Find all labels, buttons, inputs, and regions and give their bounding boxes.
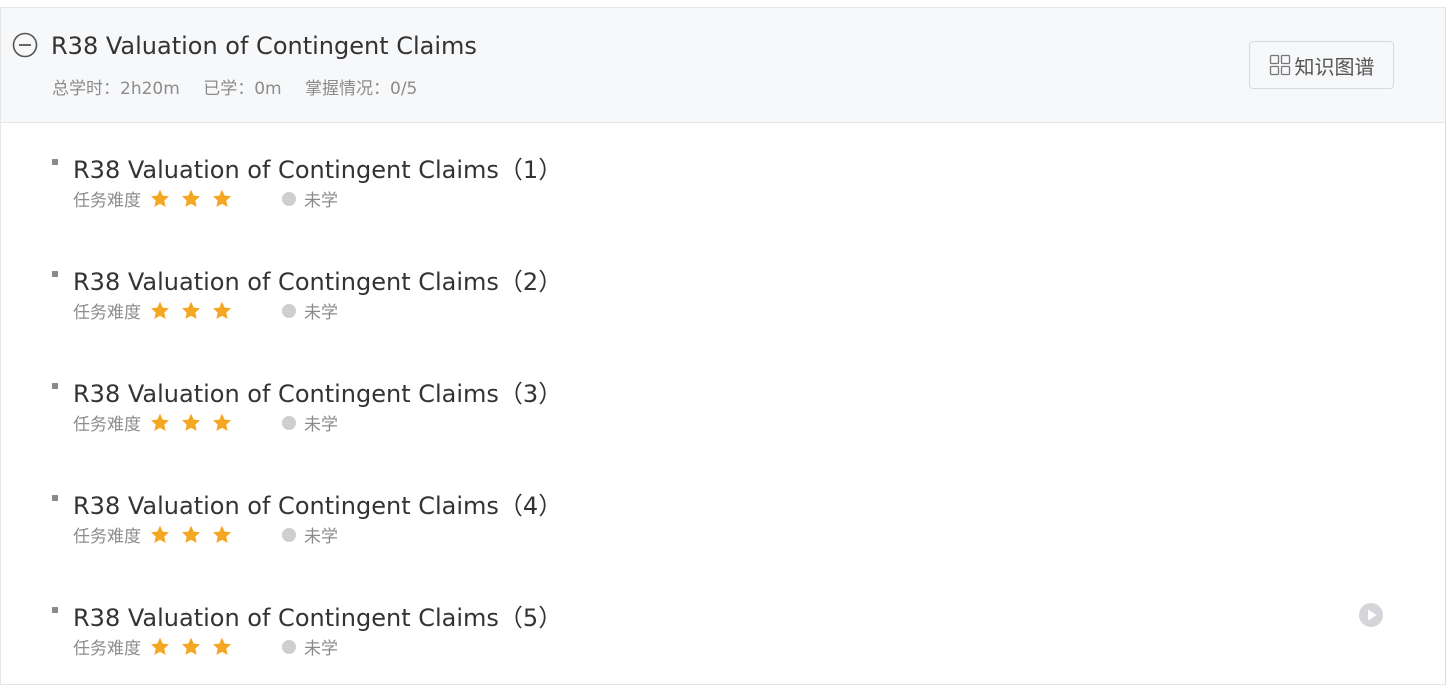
difficulty-stars	[149, 524, 242, 546]
lesson-status: 未学	[282, 410, 338, 435]
difficulty-label: 任务难度	[73, 639, 141, 659]
bullet	[52, 383, 58, 389]
lesson-status: 未学	[282, 634, 338, 659]
star-icon	[213, 525, 231, 543]
status-label: 未学	[304, 415, 338, 435]
star-icon	[151, 189, 169, 207]
star-icon	[182, 525, 200, 543]
bullet	[52, 271, 58, 277]
lesson-status: 未学	[282, 522, 338, 547]
bullet	[52, 159, 58, 165]
chapter-title[interactable]: R38 Valuation of Contingent Claims	[51, 32, 477, 60]
lesson-title[interactable]: R38 Valuation of Contingent Claims（3）	[73, 374, 562, 409]
bullet	[52, 607, 58, 613]
lesson-title[interactable]: R38 Valuation of Contingent Claims（2）	[73, 262, 562, 297]
status-dot-icon	[282, 191, 296, 206]
star-icon	[151, 413, 169, 431]
lesson-status: 未学	[282, 298, 338, 323]
lesson-item[interactable]: R38 Valuation of Contingent Claims（1） 任务…	[1, 150, 1445, 240]
minus-circle-icon[interactable]	[12, 32, 38, 58]
lesson-meta: 任务难度 未学	[73, 186, 338, 211]
lesson-item[interactable]: R38 Valuation of Contingent Claims（4） 任务…	[1, 486, 1445, 576]
star-icon	[182, 301, 200, 319]
lesson-item[interactable]: R38 Valuation of Contingent Claims（2） 任务…	[1, 262, 1445, 352]
chapter-panel: R38 Valuation of Contingent Claims 总学时：2…	[0, 7, 1446, 685]
difficulty-label: 任务难度	[73, 303, 141, 323]
difficulty-label: 任务难度	[73, 191, 141, 211]
total-time: 总学时：2h20m	[52, 79, 180, 99]
star-icon	[213, 413, 231, 431]
status-dot-icon	[282, 303, 296, 318]
play-circle-icon[interactable]	[1358, 602, 1384, 628]
status-label: 未学	[304, 303, 338, 323]
lesson-meta: 任务难度 未学	[73, 522, 338, 547]
difficulty-label: 任务难度	[73, 527, 141, 547]
chapter-header: R38 Valuation of Contingent Claims 总学时：2…	[1, 8, 1445, 123]
status-dot-icon	[282, 527, 296, 542]
difficulty-stars	[149, 636, 242, 658]
lesson-status: 未学	[282, 186, 338, 211]
star-icon	[213, 189, 231, 207]
difficulty-stars	[149, 412, 242, 434]
bullet	[52, 495, 58, 501]
studied-time: 已学：0m	[203, 79, 282, 99]
status-dot-icon	[282, 415, 296, 430]
lesson-meta: 任务难度 未学	[73, 410, 338, 435]
difficulty-stars	[149, 188, 242, 210]
star-icon	[182, 637, 200, 655]
mastery-status: 掌握情况：0/5	[305, 79, 418, 99]
star-icon	[213, 301, 231, 319]
knowledge-map-button[interactable]: 知识图谱	[1249, 41, 1394, 89]
status-label: 未学	[304, 527, 338, 547]
difficulty-label: 任务难度	[73, 415, 141, 435]
star-icon	[151, 301, 169, 319]
knowledge-map-label: 知识图谱	[1294, 54, 1375, 79]
star-icon	[151, 637, 169, 655]
star-icon	[182, 189, 200, 207]
chapter-meta: 总学时：2h20m 已学：0m 掌握情况：0/5	[52, 74, 435, 99]
star-icon	[151, 525, 169, 543]
star-icon	[213, 637, 231, 655]
lesson-item[interactable]: R38 Valuation of Contingent Claims（5） 任务…	[1, 598, 1445, 688]
lesson-meta: 任务难度 未学	[73, 634, 338, 659]
status-label: 未学	[304, 639, 338, 659]
grid-icon	[1269, 54, 1290, 76]
lesson-title[interactable]: R38 Valuation of Contingent Claims（4）	[73, 486, 562, 521]
lesson-title[interactable]: R38 Valuation of Contingent Claims（1）	[73, 150, 562, 185]
lesson-meta: 任务难度 未学	[73, 298, 338, 323]
status-dot-icon	[282, 639, 296, 654]
lesson-title[interactable]: R38 Valuation of Contingent Claims（5）	[73, 598, 562, 633]
difficulty-stars	[149, 300, 242, 322]
star-icon	[182, 413, 200, 431]
status-label: 未学	[304, 191, 338, 211]
lesson-item[interactable]: R38 Valuation of Contingent Claims（3） 任务…	[1, 374, 1445, 464]
